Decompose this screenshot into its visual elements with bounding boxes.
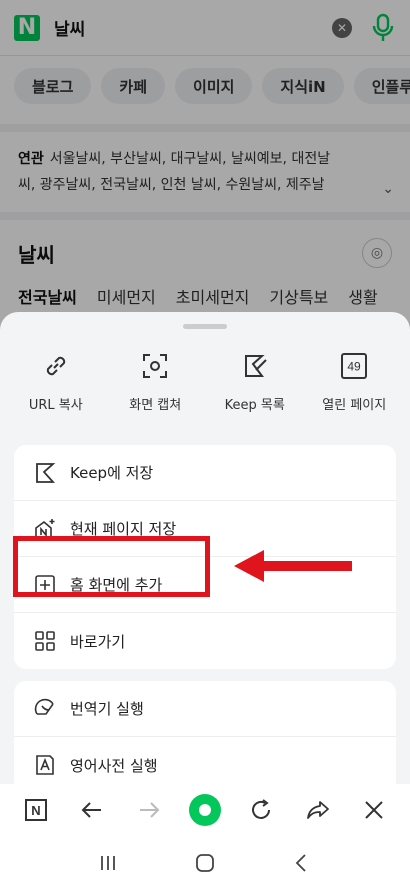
close-icon	[365, 801, 383, 819]
highlight-box	[13, 536, 210, 597]
translator-item[interactable]: 번역기 실행	[14, 681, 396, 737]
quick-actions: URL 복사 화면 캡쳐 Keep 목록 49 열린 페이지	[0, 329, 410, 433]
naver-home-button[interactable]: N	[16, 790, 56, 830]
screen-capture-button[interactable]: 화면 캡쳐	[108, 351, 202, 433]
refresh-button[interactable]	[241, 790, 281, 830]
red-arrow-annotation	[234, 550, 352, 582]
translate-icon	[34, 698, 54, 715]
refresh-icon	[252, 799, 271, 819]
home-icon[interactable]	[194, 852, 216, 874]
url-copy-button[interactable]: URL 복사	[9, 351, 103, 433]
capture-icon	[143, 354, 168, 378]
share-icon	[306, 801, 329, 819]
bookmark-icon	[36, 462, 56, 483]
link-icon	[46, 356, 65, 376]
svg-text:49: 49	[348, 360, 362, 374]
tabs-icon: 49	[341, 353, 368, 379]
svg-text:N: N	[31, 803, 40, 818]
close-button[interactable]	[354, 790, 394, 830]
shortcut-item[interactable]: 바로가기	[14, 613, 396, 669]
keep-save-item[interactable]: Keep에 저장	[14, 445, 396, 501]
keep-list-icon	[244, 355, 267, 377]
green-dot-button[interactable]	[185, 790, 225, 830]
back-button[interactable]	[72, 790, 112, 830]
naver-n-icon: N	[25, 799, 48, 821]
green-dot-icon	[188, 794, 221, 826]
open-pages-button[interactable]: 49 열린 페이지	[307, 351, 401, 433]
dictionary-icon	[36, 755, 54, 775]
arrow-right-icon	[139, 802, 160, 818]
menu-card-2: 번역기 실행 영어사전 실행	[14, 681, 396, 793]
forward-button[interactable]	[129, 790, 169, 830]
system-navigation-bar	[0, 836, 410, 890]
keep-list-button[interactable]: Keep 목록	[208, 351, 302, 433]
share-button[interactable]	[298, 790, 338, 830]
grid-icon	[35, 631, 55, 651]
recent-apps-icon[interactable]	[97, 852, 119, 874]
arrow-left-icon	[82, 802, 102, 818]
browser-toolbar: N	[0, 784, 410, 836]
back-nav-icon[interactable]	[291, 852, 313, 874]
